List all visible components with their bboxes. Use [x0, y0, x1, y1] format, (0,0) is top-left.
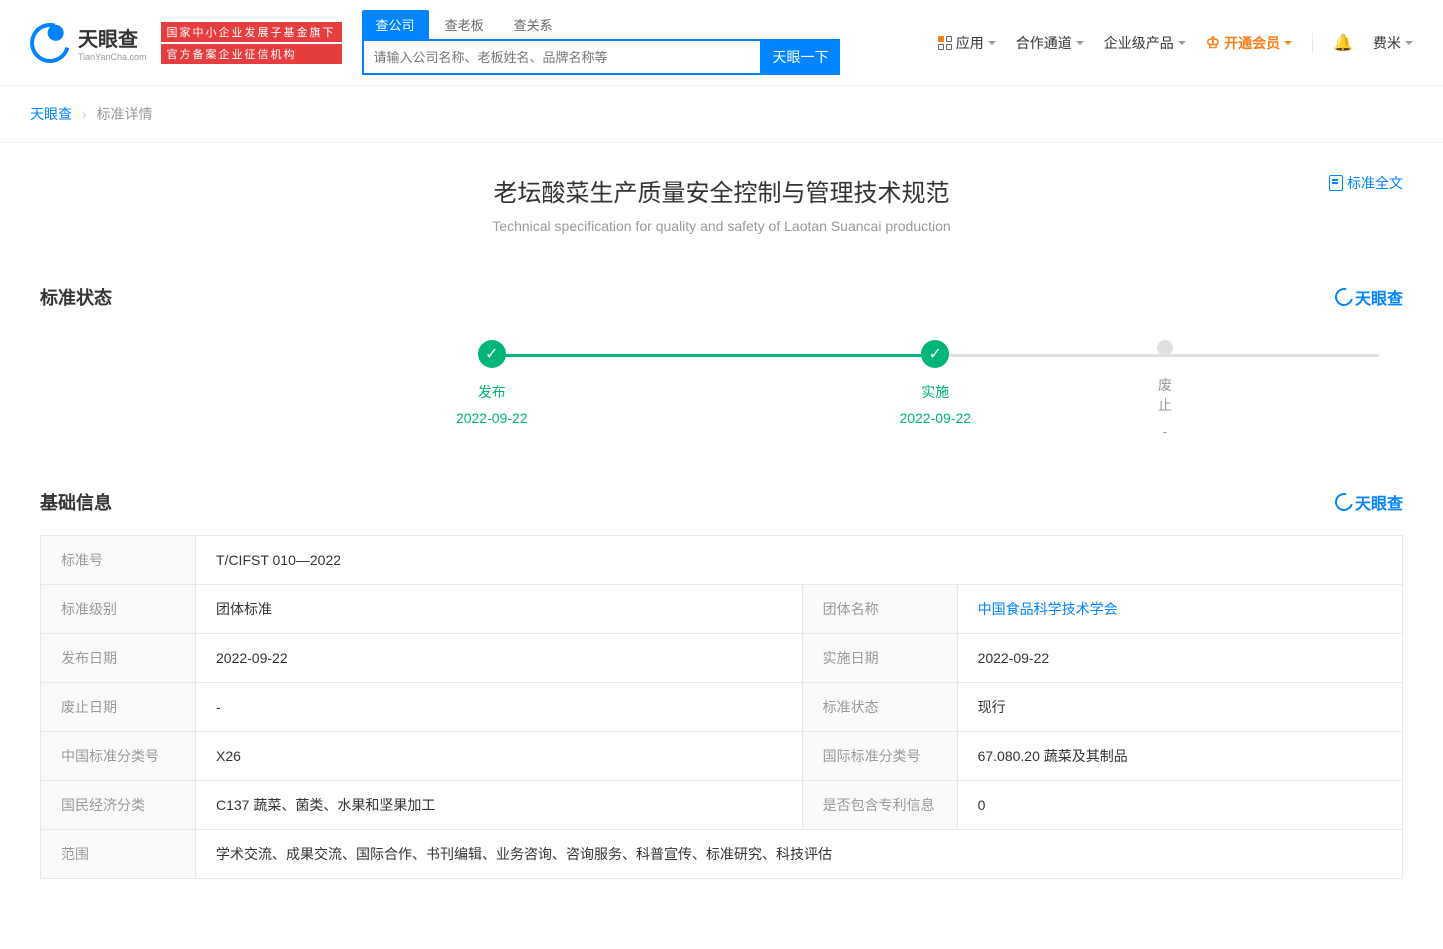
logo-cn: 天眼查: [78, 23, 147, 52]
value-scope: 学术交流、成果交流、国际合作、书刊编辑、业务咨询、咨询服务、科普宣传、标准研究、…: [196, 830, 1403, 879]
badge-area: 国家中小企业发展子基金旗下 官方备案企业征信机构: [161, 22, 342, 64]
timeline-check-icon: ✓: [921, 340, 949, 368]
search-tabs: 查公司 查老板 查关系: [362, 10, 840, 39]
watermark-icon: [1332, 285, 1357, 310]
search-button[interactable]: 天眼一下: [762, 39, 840, 75]
nav-premium[interactable]: ♔ 开通会员: [1206, 33, 1292, 53]
label-status: 标准状态: [802, 683, 957, 732]
chevron-down-icon: [988, 41, 996, 45]
nav-apps[interactable]: 应用: [938, 33, 996, 53]
value-publish-date: 2022-09-22: [196, 634, 803, 683]
chevron-down-icon: [1284, 41, 1292, 45]
timeline-label: 废止: [1157, 375, 1173, 415]
value-intl-class: 67.080.20 蔬菜及其制品: [957, 732, 1402, 781]
timeline-node-abolish: 废止 -: [1157, 340, 1173, 439]
timeline-node-publish: ✓ 发布 2022-09-22: [270, 340, 714, 439]
section-title-status: 标准状态: [40, 284, 112, 310]
tab-company[interactable]: 查公司: [362, 10, 429, 39]
table-row: 发布日期 2022-09-22 实施日期 2022-09-22: [41, 634, 1403, 683]
timeline-date: -: [1157, 423, 1173, 439]
apps-icon: [938, 36, 952, 50]
page-title-cn: 老坛酸菜生产质量安全控制与管理技术规范: [40, 173, 1403, 208]
badge-2: 官方备案企业征信机构: [161, 44, 342, 64]
value-cn-class: X26: [196, 732, 803, 781]
section-status: 标准状态 天眼查 ✓ 发布 2022-09-22 ✓ 实施 2022-09-22: [40, 284, 1403, 439]
label-standard-level: 标准级别: [41, 585, 196, 634]
content: 老坛酸菜生产质量安全控制与管理技术规范 Technical specificat…: [0, 143, 1443, 949]
label-intl-class: 国际标准分类号: [802, 732, 957, 781]
value-impl-date: 2022-09-22: [957, 634, 1402, 683]
nav-products[interactable]: 企业级产品: [1104, 33, 1186, 53]
timeline: ✓ 发布 2022-09-22 ✓ 实施 2022-09-22 废止 -: [40, 340, 1403, 439]
section-basic-info: 基础信息 天眼查 标准号 T/CIFST 010—2022 标准级别 团体标准 …: [40, 489, 1403, 879]
value-status: 现行: [957, 683, 1402, 732]
timeline-pending-icon: [1157, 340, 1173, 356]
value-patent: 0: [957, 781, 1402, 830]
logo-icon: [30, 23, 70, 63]
label-impl-date: 实施日期: [802, 634, 957, 683]
label-group-name: 团体名称: [802, 585, 957, 634]
table-row: 范围 学术交流、成果交流、国际合作、书刊编辑、业务咨询、咨询服务、科普宣传、标准…: [41, 830, 1403, 879]
breadcrumb-current: 标准详情: [96, 106, 152, 122]
value-economy-class: C137 蔬菜、菌类、水果和坚果加工: [196, 781, 803, 830]
document-icon: [1329, 175, 1343, 191]
timeline-label: 发布: [270, 382, 714, 402]
search-area: 查公司 查老板 查关系 天眼一下: [362, 10, 840, 75]
watermark: 天眼查: [1335, 285, 1403, 309]
crown-icon: ♔: [1206, 33, 1220, 53]
label-scope: 范围: [41, 830, 196, 879]
label-cn-class: 中国标准分类号: [41, 732, 196, 781]
chevron-down-icon: [1178, 41, 1186, 45]
badge-1: 国家中小企业发展子基金旗下: [161, 22, 342, 42]
breadcrumb-home[interactable]: 天眼查: [30, 106, 72, 122]
tab-relation[interactable]: 查关系: [500, 10, 567, 39]
timeline-date: 2022-09-22: [270, 410, 714, 426]
timeline-check-icon: ✓: [478, 340, 506, 368]
table-row: 国民经济分类 C137 蔬菜、菌类、水果和坚果加工 是否包含专利信息 0: [41, 781, 1403, 830]
full-text-link[interactable]: 标准全文: [1329, 173, 1403, 193]
nav-user[interactable]: 费米: [1373, 33, 1413, 53]
logo-area[interactable]: 天眼查 TianYanCha.com: [30, 23, 147, 63]
breadcrumb: 天眼查 › 标准详情: [0, 86, 1443, 143]
table-row: 中国标准分类号 X26 国际标准分类号 67.080.20 蔬菜及其制品: [41, 732, 1403, 781]
value-standard-level: 团体标准: [196, 585, 803, 634]
label-abolish-date: 废止日期: [41, 683, 196, 732]
watermark: 天眼查: [1335, 490, 1403, 514]
table-row: 标准级别 团体标准 团体名称 中国食品科学技术学会: [41, 585, 1403, 634]
label-standard-no: 标准号: [41, 536, 196, 585]
chevron-down-icon: [1405, 41, 1413, 45]
label-publish-date: 发布日期: [41, 634, 196, 683]
table-row: 废止日期 - 标准状态 现行: [41, 683, 1403, 732]
bell-icon[interactable]: 🔔: [1333, 33, 1353, 53]
timeline-label: 实施: [714, 382, 1158, 402]
tab-boss[interactable]: 查老板: [431, 10, 498, 39]
page-title-en: Technical specification for quality and …: [40, 218, 1403, 234]
nav-right: 应用 合作通道 企业级产品 ♔ 开通会员 🔔 费米: [938, 33, 1413, 53]
nav-channel[interactable]: 合作通道: [1016, 33, 1084, 53]
watermark-icon: [1332, 490, 1357, 515]
title-block: 老坛酸菜生产质量安全控制与管理技术规范 Technical specificat…: [40, 173, 1403, 234]
label-economy-class: 国民经济分类: [41, 781, 196, 830]
search-input[interactable]: [362, 39, 762, 75]
label-patent: 是否包含专利信息: [802, 781, 957, 830]
info-table: 标准号 T/CIFST 010—2022 标准级别 团体标准 团体名称 中国食品…: [40, 535, 1403, 879]
logo-en: TianYanCha.com: [78, 52, 147, 62]
timeline-date: 2022-09-22: [714, 410, 1158, 426]
table-row: 标准号 T/CIFST 010—2022: [41, 536, 1403, 585]
header: 天眼查 TianYanCha.com 国家中小企业发展子基金旗下 官方备案企业征…: [0, 0, 1443, 86]
value-group-name[interactable]: 中国食品科学技术学会: [957, 585, 1402, 634]
timeline-node-implement: ✓ 实施 2022-09-22: [714, 340, 1158, 439]
section-title-basic: 基础信息: [40, 489, 112, 515]
value-standard-no: T/CIFST 010—2022: [196, 536, 1403, 585]
chevron-down-icon: [1076, 41, 1084, 45]
value-abolish-date: -: [196, 683, 803, 732]
